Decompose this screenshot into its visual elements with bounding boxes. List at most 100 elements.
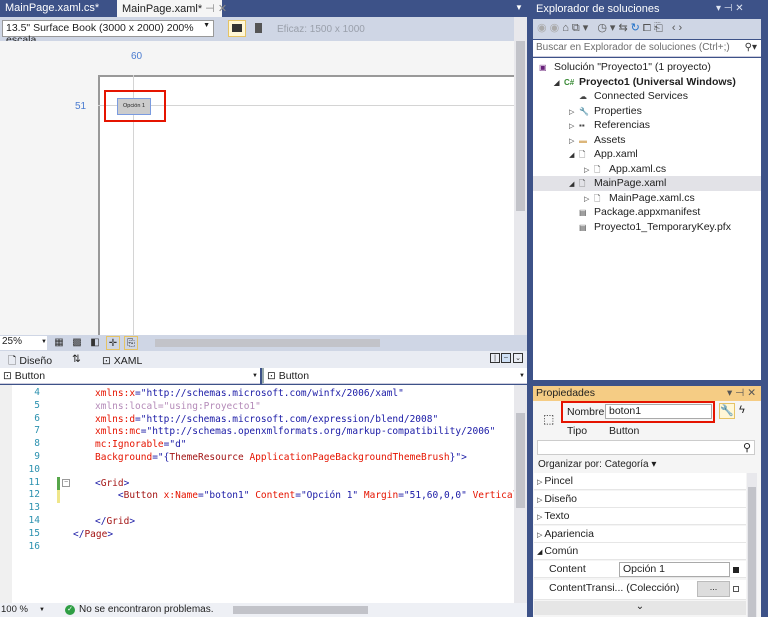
tree-item[interactable]: ▷ 🗋 App.xaml.cs [533,162,761,177]
tab-mainpage-xaml-cs[interactable]: MainPage.xaml.cs* [0,0,115,17]
pin-icon[interactable]: ⊣ [205,3,215,15]
project-code-icon[interactable]: ⎘ [124,336,138,350]
line-number: 7 [34,425,40,437]
snap-lines-icon[interactable]: ✛ [106,336,120,350]
show-all-files-icon[interactable]: ⎗ [654,22,666,34]
category-1[interactable]: ▷ Diseño [534,490,746,508]
code-token: Grid [100,477,124,489]
tab-list-dropdown[interactable]: ▼ [515,3,523,12]
line-number: 9 [34,451,40,462]
collapse-all-icon[interactable]: ⧠ [643,22,654,34]
tab-mainpage-xaml[interactable]: MainPage.xaml* ⊣ ✕ [117,0,227,17]
category-3[interactable]: ▷ Apariencia [534,525,746,543]
chevron-down-icon: ▼ [203,22,210,29]
code-token: ApplicationPageBackgroundThemeBrush [249,452,450,463]
transitions-marker-icon[interactable] [733,586,739,592]
tree-item[interactable]: ▷ 🗋 MainPage.xaml.cs [533,191,761,206]
xaml-file-icon: 🗋 [579,150,586,159]
properties-search-input[interactable]: ⚲ [537,440,755,455]
tree-item[interactable]: ◢ C# Proyecto1 (Universal Windows) [533,75,761,90]
line-number: 15 [28,527,40,539]
tree-item-label: App.xaml.cs [609,162,667,175]
properties-tab-button[interactable]: 🔧 [719,403,735,419]
change-bar-saved [57,477,60,490]
search-icon: ⚲ [742,442,751,454]
vertical-split-icon[interactable]: | [490,353,500,363]
code-token: Grid [106,516,130,527]
content-marker-icon[interactable] [733,567,739,573]
category-common[interactable]: ◢ Común [534,543,746,560]
properties-vscrollbar[interactable] [747,473,757,617]
element-selector-right-value: Button [278,370,310,382]
element-selector-left[interactable]: ⊡ Button ▼ [0,368,260,384]
solution-explorer-title: Explorador de soluciones [536,3,660,15]
snap-grid-icon[interactable]: ▩ [70,336,84,350]
cs-file-icon: 🗋 [594,164,601,174]
code-token: x:Name [157,490,198,502]
status-ok-icon: ✓ [65,605,75,615]
collapse-pane-icon[interactable]: ⌄ [513,353,523,363]
csharp-project-icon: C# [564,77,575,87]
device-select[interactable]: 13.5" Surface Book (3000 x 2000) 200% es… [2,20,214,46]
tree-item[interactable]: ▤ Proyecto1_TemporaryKey.pfx [533,220,761,235]
solution-icon: ▣ [539,63,547,72]
zoom-select[interactable]: 25% ▼ [0,336,47,350]
landscape-button[interactable] [228,20,246,37]
content-input[interactable]: Opción 1 [619,562,730,577]
artboard-background-icon[interactable]: ◧ [88,336,102,350]
designer-hscrollbar[interactable] [145,338,515,348]
code-token: Button [123,490,158,502]
line-number: 13 [28,502,40,514]
tree-item[interactable]: ▷ ▬ Assets [533,133,761,148]
code-zoom-value: 100 % [1,604,28,615]
category-label: Común [544,545,579,557]
code-hscrollbar[interactable] [225,606,515,615]
forward-icon[interactable]: ◉ [550,22,563,34]
refresh-icon[interactable]: ↻ [631,22,643,34]
portrait-button[interactable] [250,20,266,37]
margin-top-label: 60 [131,51,143,62]
pending-changes-icon[interactable]: ◷▾ [597,22,618,34]
grid-icon[interactable]: ▦ [52,336,66,350]
close-icon[interactable]: ✕ [218,3,227,15]
solution-explorer-window-controls[interactable]: ▾ ⊣ ✕ [716,3,744,14]
code-zoom-select[interactable]: 100 % ▼ [1,604,45,615]
tree-item[interactable]: ◢ 🗋 MainPage.xaml [533,176,761,191]
code-vscrollbar[interactable] [514,385,527,603]
tree-item[interactable]: ☁ Connected Services [533,89,761,104]
horizontal-split-icon[interactable]: – [501,353,511,363]
events-tab-button[interactable]: ϟ [739,404,745,416]
element-selector-right[interactable]: ⊡ Button ▼ [262,368,527,384]
search-icon[interactable]: ⚲▾ [745,42,757,53]
code-token: > [107,528,114,540]
code-editor[interactable]: − 4 xmlns:x="http://schemas.microsoft.com… [0,385,514,603]
view-code-icon[interactable]: ‹› [672,22,685,34]
tab-xaml-label: XAML [113,355,143,367]
tree-item-label: Solución "Proyecto1" (1 proyecto) [554,61,711,73]
show-more-chevron-icon[interactable]: ⌄ [534,601,746,615]
tree-item[interactable]: ▷ ▪▪ Referencias [533,118,761,133]
arrange-by-dropdown[interactable]: Organizar por: Categoría ▾ [538,459,656,470]
code-token: Page [84,528,108,540]
line-number: 4 [34,387,40,398]
home-icon[interactable]: ⌂ [562,22,572,34]
folder-icon: ▬ [579,135,587,145]
tree-item[interactable]: ▣ Solución "Proyecto1" (1 proyecto) [533,60,761,75]
category-0[interactable]: ▷ Pincel [534,473,746,490]
collapse-grid-icon[interactable]: − [62,479,70,487]
tree-item[interactable]: ▤ Package.appxmanifest [533,205,761,220]
sync-icon[interactable]: ⇆ [618,22,630,34]
code-line: xmlns:d="http://schemas.microsoft.com/ex… [95,413,438,426]
category-2[interactable]: ▷ Texto [534,508,746,526]
switch-views-icon[interactable]: ⧉▾ [572,22,591,34]
tab-xaml[interactable]: ⊡ XAML [102,355,142,367]
transitions-edit-button[interactable]: ... [697,581,730,597]
tree-item[interactable]: ▷ 🔧 Properties [533,104,761,119]
designer-vscrollbar[interactable] [514,17,527,335]
properties-window-controls[interactable]: ▾ ⊣ ✕ [727,387,756,399]
tree-item[interactable]: ◢ 🗋 App.xaml [533,147,761,162]
back-icon[interactable]: ◉ [537,22,550,34]
swap-panes-button[interactable]: ⇅ [72,353,81,365]
solution-search-input[interactable]: Buscar en Explorador de soluciones (Ctrl… [533,40,761,57]
designer-button-opcion1[interactable]: Opción 1 [117,98,151,115]
